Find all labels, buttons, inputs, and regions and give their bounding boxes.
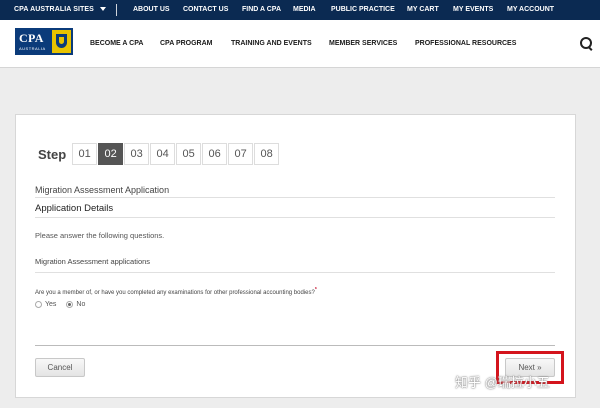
top-link-my-account[interactable]: MY ACCOUNT — [507, 6, 554, 13]
top-link-contact-us[interactable]: CONTACT US — [183, 6, 228, 13]
step-04[interactable]: 04 — [150, 143, 176, 165]
step-07[interactable]: 07 — [228, 143, 254, 165]
divider — [35, 197, 555, 198]
nav-professional-resources[interactable]: PROFESSIONAL RESOURCES — [415, 40, 516, 47]
logo-subtext: AUSTRALIA — [19, 46, 46, 51]
sites-dropdown-label: CPA AUSTRALIA SITES — [14, 6, 94, 13]
main-navigation: CPA AUSTRALIA BECOME A CPA CPA PROGRAM T… — [0, 20, 600, 68]
radio-no-label: No — [76, 301, 86, 308]
radio-yes[interactable] — [35, 301, 42, 308]
form-title: Migration Assessment Application — [35, 185, 170, 195]
logo-text: CPA — [19, 31, 44, 45]
section-title: Application Details — [35, 203, 114, 214]
top-link-my-cart[interactable]: MY CART — [407, 6, 439, 13]
radio-no[interactable] — [66, 301, 74, 308]
nav-member-services[interactable]: MEMBER SERVICES — [329, 40, 397, 47]
nav-cpa-program[interactable]: CPA PROGRAM — [160, 40, 213, 47]
cancel-button[interactable]: Cancel — [35, 358, 85, 377]
required-mark: * — [314, 287, 317, 293]
top-utility-bar: CPA AUSTRALIA SITES ABOUT US CONTACT US … — [0, 0, 600, 20]
step-01[interactable]: 01 — [72, 143, 98, 165]
divider — [116, 4, 117, 16]
step-02-active[interactable]: 02 — [98, 143, 124, 165]
application-form-panel: Step 01 02 03 04 05 06 07 08 Migration A… — [15, 114, 576, 398]
subsection-title: Migration Assessment applications — [35, 257, 151, 266]
question-label: Are you a member of, or have you complet… — [35, 287, 317, 296]
cpa-australia-logo[interactable]: CPA AUSTRALIA — [15, 28, 73, 55]
divider — [35, 272, 555, 273]
nav-training-and-events[interactable]: TRAINING AND EVENTS — [231, 40, 312, 47]
watermark: 知乎 @瑞拉小五 — [455, 375, 550, 390]
divider — [35, 345, 555, 346]
instructions-text: Please answer the following questions. — [35, 231, 165, 240]
step-08[interactable]: 08 — [254, 143, 280, 165]
step-06[interactable]: 06 — [202, 143, 228, 165]
divider — [35, 217, 555, 218]
top-link-public-practice[interactable]: PUBLIC PRACTICE — [331, 6, 395, 13]
top-link-media[interactable]: MEDIA — [293, 6, 316, 13]
nav-become-a-cpa[interactable]: BECOME A CPA — [90, 40, 143, 47]
top-link-about-us[interactable]: ABOUT US — [133, 6, 170, 13]
crest-icon — [52, 30, 71, 53]
top-link-find-a-cpa[interactable]: FIND A CPA — [242, 6, 281, 13]
answer-radio-group: Yes No — [35, 301, 85, 308]
search-icon[interactable] — [580, 37, 594, 51]
step-03[interactable]: 03 — [124, 143, 150, 165]
step-indicator: Step 01 02 03 04 05 06 07 08 — [38, 143, 280, 165]
step-05[interactable]: 05 — [176, 143, 202, 165]
caret-down-icon — [99, 7, 106, 12]
step-label: Step — [38, 146, 67, 162]
radio-yes-label: Yes — [45, 301, 57, 308]
sites-dropdown[interactable]: CPA AUSTRALIA SITES — [14, 6, 106, 13]
question-text: Are you a member of, or have you complet… — [35, 290, 315, 296]
top-link-my-events[interactable]: MY EVENTS — [453, 6, 493, 13]
